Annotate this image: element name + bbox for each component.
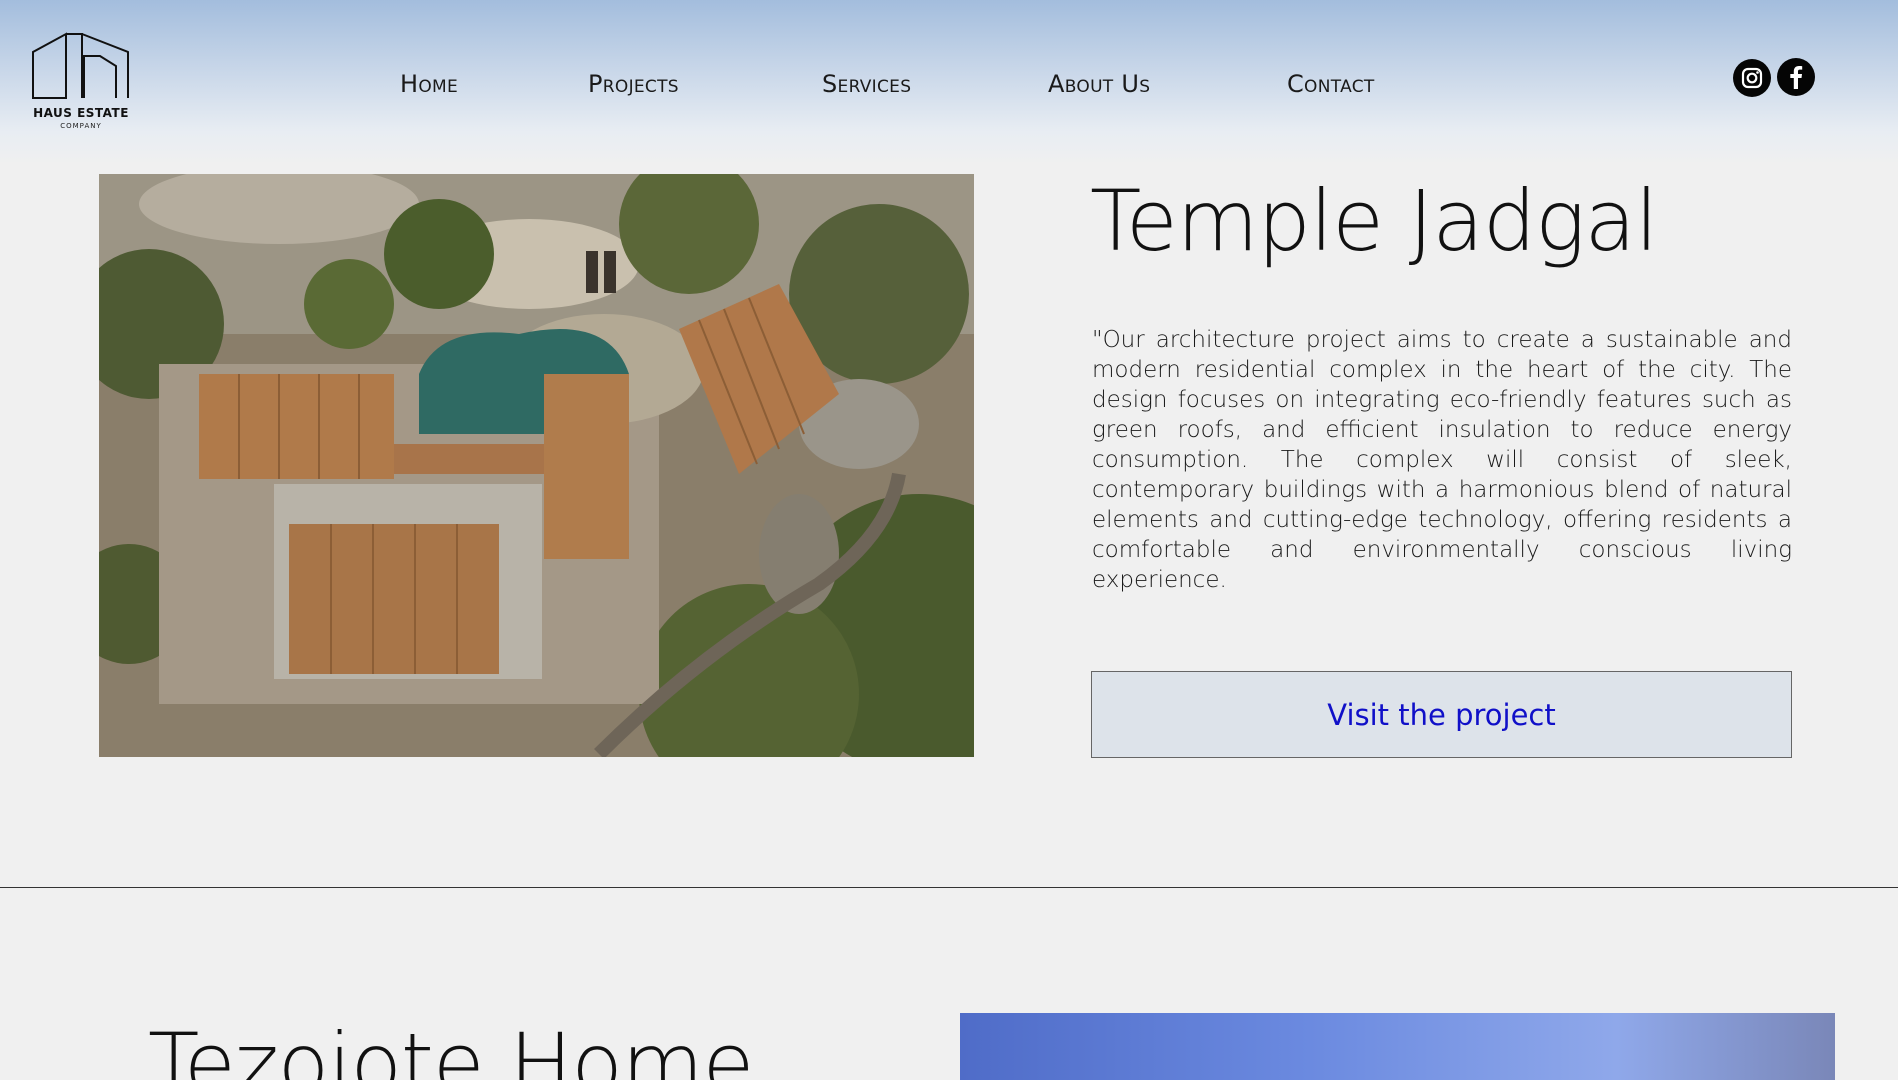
site-header: HAUS ESTATE COMPANY Home Projects Servic… [0,0,1898,165]
house-logo-icon [32,32,129,99]
instagram-icon[interactable] [1733,59,1771,97]
project-image-temple-jadgal [99,174,974,757]
nav-item-home[interactable]: Home [400,70,458,98]
project-title: Temple Jadgal [1090,172,1658,270]
section-divider [0,887,1898,888]
nav-item-about-us[interactable]: About Us [1048,70,1150,98]
nav-item-services[interactable]: Services [822,70,911,98]
project-description: "Our architecture project aims to create… [1092,327,1792,593]
visit-project-button[interactable]: Visit the project [1091,671,1792,758]
nav-item-projects[interactable]: Projects [588,70,679,98]
brand-subtitle: COMPANY [60,122,102,130]
brand-name: HAUS ESTATE [33,106,129,120]
project-title-2: Tezoiote Home [148,1015,754,1080]
project-image-tezoiote-home [960,1013,1835,1080]
nav-item-contact[interactable]: Contact [1287,70,1375,98]
brand-logo[interactable]: HAUS ESTATE COMPANY [28,30,134,134]
facebook-icon[interactable] [1777,58,1815,96]
